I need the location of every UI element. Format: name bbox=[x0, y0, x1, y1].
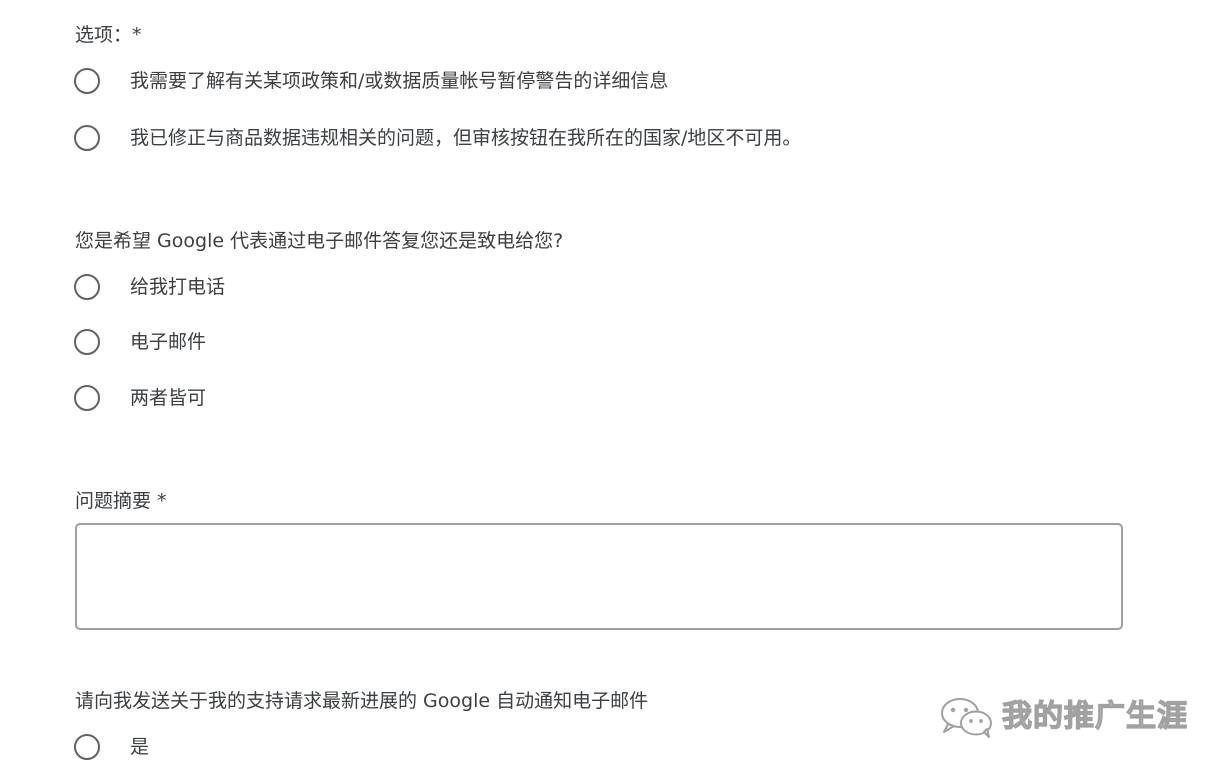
radio-button[interactable] bbox=[74, 125, 100, 151]
watermark: 我的推广生涯 bbox=[938, 696, 1188, 738]
radio-option-label: 我已修正与商品数据违规相关的问题，但审核按钮在我所在的国家/地区不可用。 bbox=[130, 127, 802, 149]
notification-question-label: 请向我发送关于我的支持请求最新进展的 Google 自动通知电子邮件 bbox=[75, 690, 649, 712]
issue-summary-field[interactable] bbox=[75, 523, 1123, 630]
radio-button[interactable] bbox=[74, 329, 100, 355]
radio-option-label: 给我打电话 bbox=[130, 276, 226, 298]
watermark-text: 我的推广生涯 bbox=[1001, 698, 1188, 734]
radio-option-yes[interactable]: 是 bbox=[74, 730, 149, 764]
radio-option-label: 我需要了解有关某项政策和/或数据质量帐号暂停警告的详细信息 bbox=[130, 70, 669, 92]
radio-button[interactable] bbox=[74, 734, 100, 760]
contact-preference-label: 您是希望 Google 代表通过电子邮件答复您还是致电给您? bbox=[75, 230, 564, 252]
wechat-icon bbox=[941, 698, 992, 738]
radio-option-label: 电子邮件 bbox=[130, 331, 207, 353]
radio-option-call-me[interactable]: 给我打电话 bbox=[74, 270, 225, 304]
radio-option-label: 是 bbox=[130, 736, 150, 758]
radio-option-email[interactable]: 电子邮件 bbox=[74, 325, 206, 359]
radio-option-review-unavailable[interactable]: 我已修正与商品数据违规相关的问题，但审核按钮在我所在的国家/地区不可用。 bbox=[74, 121, 801, 155]
radio-option-policy-details[interactable]: 我需要了解有关某项政策和/或数据质量帐号暂停警告的详细信息 bbox=[74, 64, 668, 98]
radio-option-label: 两者皆可 bbox=[130, 387, 207, 409]
radio-option-either[interactable]: 两者皆可 bbox=[74, 381, 206, 415]
radio-button[interactable] bbox=[74, 385, 100, 411]
radio-button[interactable] bbox=[74, 68, 100, 94]
options-question-label: 选项：* bbox=[75, 24, 142, 46]
radio-button[interactable] bbox=[74, 274, 100, 300]
issue-summary-label: 问题摘要 * bbox=[75, 490, 167, 512]
